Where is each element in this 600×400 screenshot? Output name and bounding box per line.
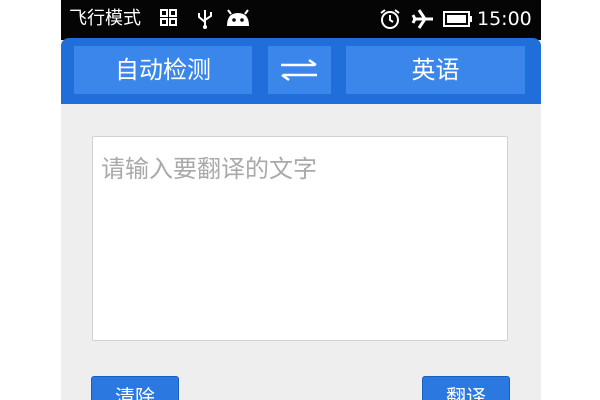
battery-icon: [443, 11, 473, 31]
android-icon: [224, 8, 252, 34]
language-bar: 自动检测 英语: [61, 38, 541, 104]
airplane-icon: [411, 8, 435, 34]
clock: 15:00: [477, 8, 532, 30]
status-bar: 飞行模式 15:00: [61, 0, 541, 40]
phone-screen: 飞行模式 15:00 自动检测 英语 请输入要翻译的文字 清除 翻译: [61, 0, 541, 400]
airplane-mode-label: 飞行模式: [69, 8, 141, 29]
usb-icon: [195, 8, 215, 34]
alarm-icon: [379, 8, 401, 34]
target-language-button[interactable]: 英语: [346, 46, 525, 94]
swap-language-button[interactable]: [268, 46, 331, 94]
translate-button[interactable]: 翻译: [422, 376, 510, 400]
source-language-button[interactable]: 自动检测: [74, 46, 252, 94]
grid-icon: [159, 8, 179, 32]
clear-button[interactable]: 清除: [91, 376, 179, 400]
translate-input[interactable]: [92, 136, 508, 341]
swap-arrows-icon: [281, 58, 317, 82]
